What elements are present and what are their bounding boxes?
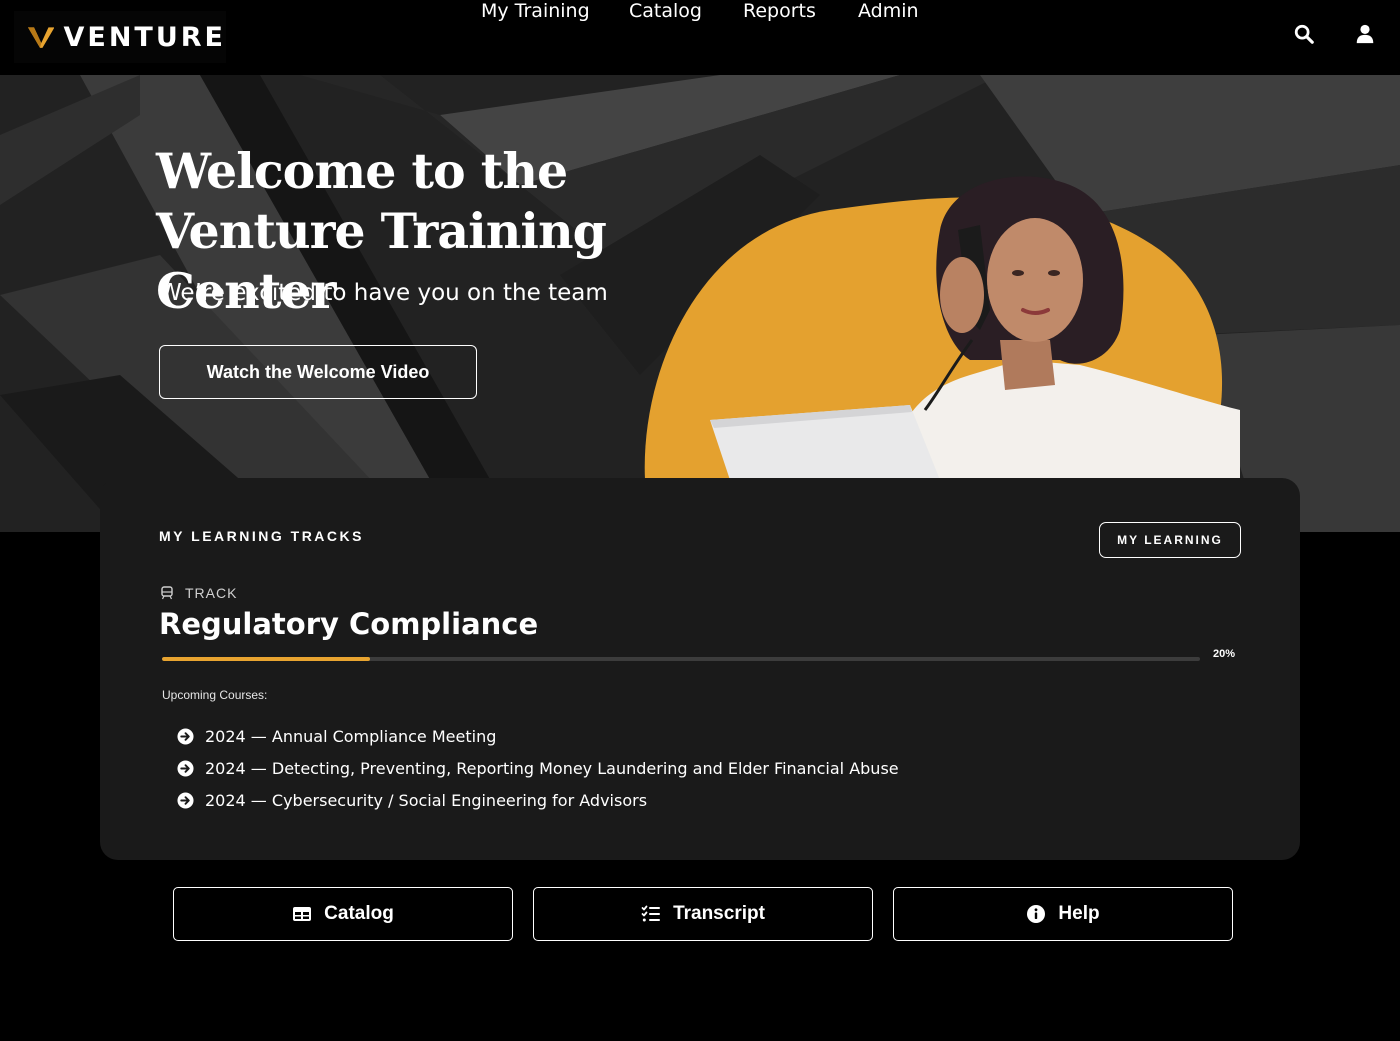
course-list-item[interactable]: 2024 — Detecting, Preventing, Reporting … [177,752,899,784]
course-list-item[interactable]: 2024 — Annual Compliance Meeting [177,720,899,752]
user-icon[interactable] [1354,22,1376,46]
catalog-button[interactable]: Catalog [173,887,513,941]
hero-photo-woman-on-phone [644,176,1240,480]
arrow-circle-right-icon [177,759,194,777]
track-progress-percent: 20% [1213,648,1236,660]
track-label: TRACK [160,585,237,601]
catalog-button-label: Catalog [324,903,394,924]
track-progress-fill [162,657,370,661]
track-title[interactable]: Regulatory Compliance [159,607,538,641]
nav-reports[interactable]: Reports [743,0,816,22]
my-learning-button[interactable]: MY LEARNING [1099,522,1241,558]
course-title: 2024 — Annual Compliance Meeting [205,726,497,746]
track-progress-bar [162,657,1200,661]
track-label-text: TRACK [185,585,238,601]
info-circle-icon [1027,905,1046,923]
help-button-label: Help [1058,903,1100,924]
upcoming-courses-list: 2024 — Annual Compliance Meeting 2024 — … [177,720,899,816]
brand-name: VENTURE [63,21,226,53]
hero-banner: Welcome to the Venture Training Center W… [0,75,1400,532]
table-grid-icon [293,907,312,921]
train-track-icon [161,586,173,600]
arrow-circle-right-icon [177,791,194,809]
nav-admin[interactable]: Admin [858,0,919,22]
top-navigation-bar: VENTURE My Training Catalog Reports Admi… [0,0,1400,75]
transcript-button-label: Transcript [673,903,765,924]
nav-my-training[interactable]: My Training [481,0,590,22]
nav-catalog[interactable]: Catalog [629,0,702,22]
upcoming-courses-label: Upcoming Courses: [162,688,268,702]
course-list-item[interactable]: 2024 — Cybersecurity / Social Engineerin… [177,784,899,816]
search-icon[interactable] [1293,22,1315,46]
help-button[interactable]: Help [893,887,1233,941]
course-title: 2024 — Cybersecurity / Social Engineerin… [205,790,648,810]
venture-v-logo-icon [28,27,55,48]
arrow-circle-right-icon [177,727,194,745]
venture-logo[interactable]: VENTURE [14,11,226,63]
course-title: 2024 — Detecting, Preventing, Reporting … [205,758,899,778]
learning-tracks-panel: MY LEARNING TRACKS MY LEARNING TRACK Reg… [100,478,1300,860]
checklist-icon [641,905,661,922]
hero-subtitle: We’re excited to have you on the team [159,280,608,306]
learning-tracks-heading: MY LEARNING TRACKS [159,528,364,544]
watch-welcome-video-button[interactable]: Watch the Welcome Video [159,345,477,399]
transcript-button[interactable]: Transcript [533,887,873,941]
